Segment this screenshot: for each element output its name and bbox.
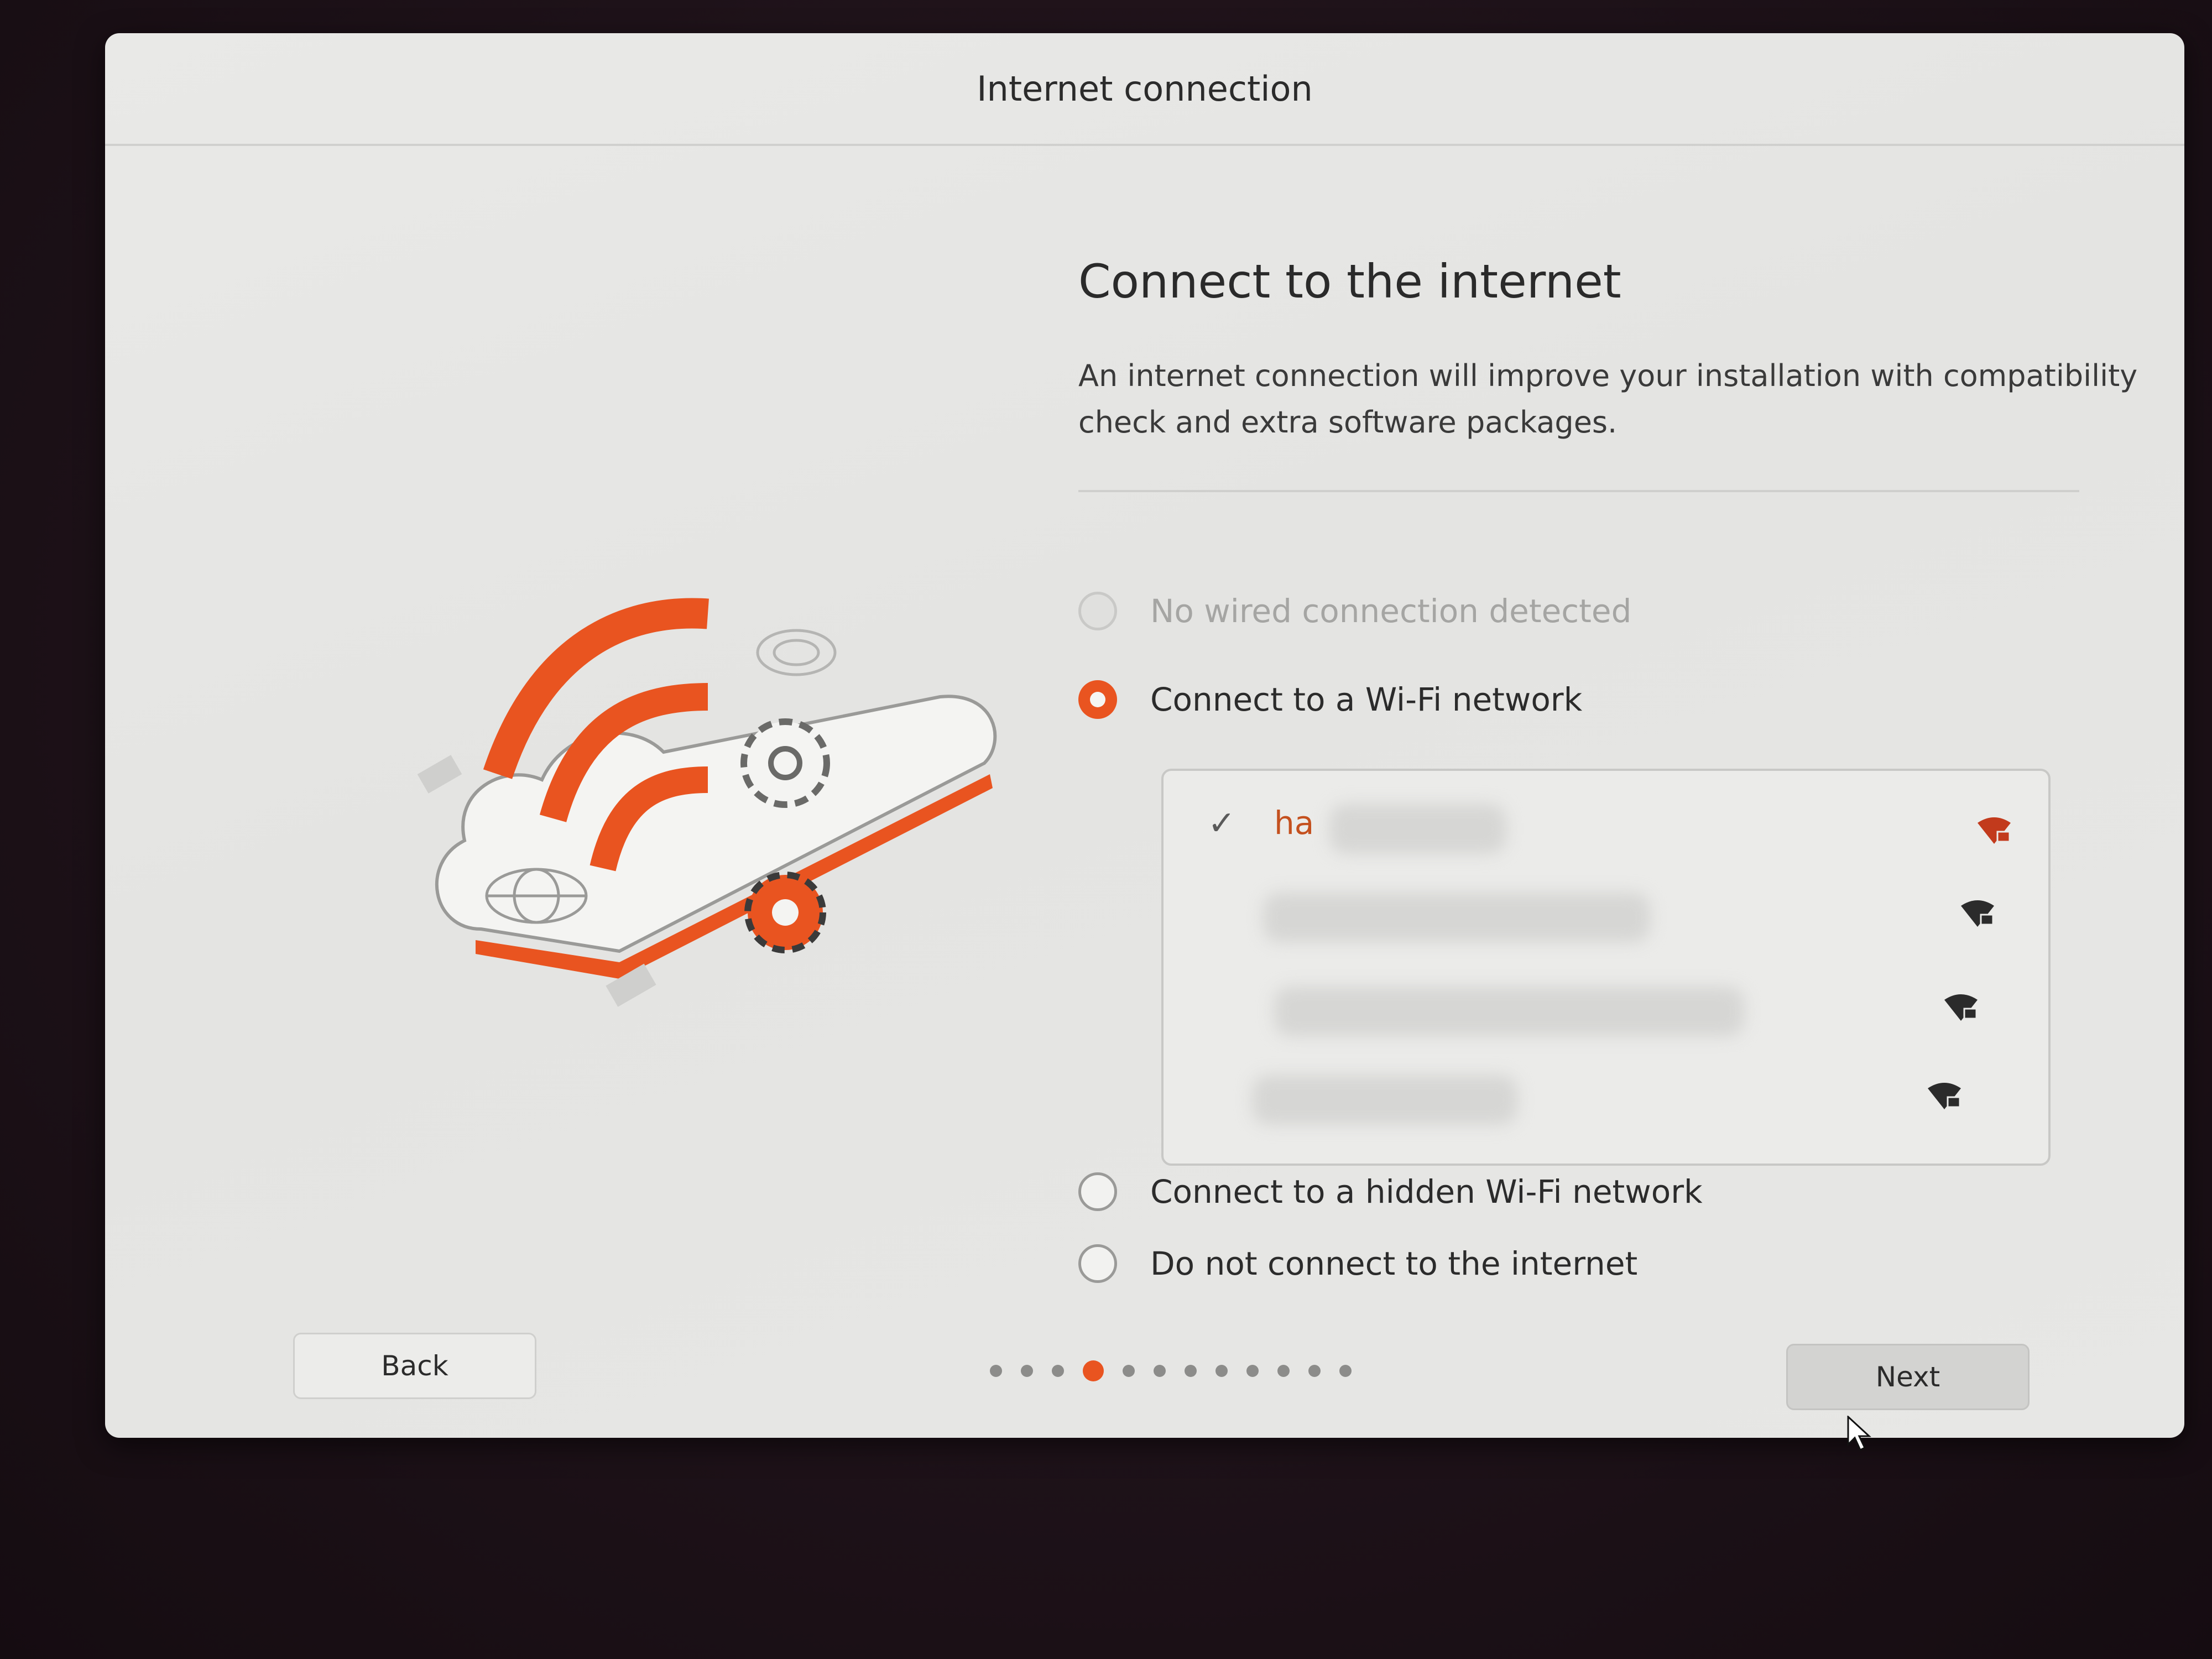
decor-block [417,755,462,794]
wifi-network-row[interactable] [1164,970,2048,1058]
step-dot [990,1365,1002,1377]
main-content: Connect to the internet An internet conn… [1078,254,2157,1283]
option-wifi[interactable]: Connect to a Wi-Fi network [1078,680,1582,719]
redacted-ssid [1263,893,1650,942]
radio-wired [1078,592,1117,630]
option-hidden-wifi[interactable]: Connect to a hidden Wi-Fi network [1078,1172,1703,1211]
window-title: Internet connection [977,68,1313,109]
wifi-network-row[interactable] [1164,876,2048,964]
cloud-wifi-illustration [417,598,997,1007]
gear-icon [740,718,830,808]
gear-orange-icon [744,872,826,953]
radio-no-internet[interactable] [1078,1244,1117,1283]
wifi-lock-icon [1961,900,1994,927]
radio-hidden-wifi[interactable] [1078,1172,1117,1211]
redacted-ssid [1329,804,1506,854]
bottom-navigation: Back Next [105,1322,2184,1410]
page-title: Connect to the internet [1078,254,1621,309]
title-bar: Internet connection [105,33,2184,146]
wifi-lock-icon [1978,817,2011,844]
wifi-network-list[interactable]: ✓ ha [1161,769,2051,1166]
wifi-network-row[interactable]: ✓ ha [1164,782,2048,870]
back-button[interactable]: Back [293,1333,536,1399]
step-dot-active [1083,1360,1104,1381]
option-wired-label: No wired connection detected [1150,592,1632,630]
target-icon [756,629,837,676]
step-dot [1123,1365,1135,1377]
step-dot [1185,1365,1197,1377]
wifi-lock-icon [1928,1083,1961,1109]
redacted-ssid [1274,987,1744,1036]
step-dot [1052,1365,1064,1377]
redacted-ssid [1252,1075,1517,1125]
check-icon: ✓ [1208,804,1236,843]
page-description: An internet connection will improve your… [1078,358,2138,440]
step-dot [1215,1365,1228,1377]
radio-wifi[interactable] [1078,680,1117,719]
wifi-lock-icon [1944,994,1978,1021]
option-wifi-label: Connect to a Wi-Fi network [1150,681,1583,718]
option-no-internet-label: Do not connect to the internet [1150,1245,1638,1282]
wifi-ssid: ha [1274,804,1314,842]
separator [1078,490,2079,492]
step-indicator [990,1360,1370,1381]
wifi-network-row[interactable] [1164,1058,2048,1147]
step-dot [1339,1365,1352,1377]
step-dot [1277,1365,1290,1377]
option-hidden-wifi-label: Connect to a hidden Wi-Fi network [1150,1173,1703,1211]
mouse-cursor-icon [1847,1416,1871,1451]
step-dot [1021,1365,1033,1377]
next-button[interactable]: Next [1786,1344,2030,1410]
step-dot [1308,1365,1321,1377]
option-no-internet[interactable]: Do not connect to the internet [1078,1244,1637,1283]
step-dot [1154,1365,1166,1377]
option-wired: No wired connection detected [1078,592,1631,630]
step-dot [1246,1365,1259,1377]
installer-window: Internet connection Connect to the inter… [105,33,2184,1438]
